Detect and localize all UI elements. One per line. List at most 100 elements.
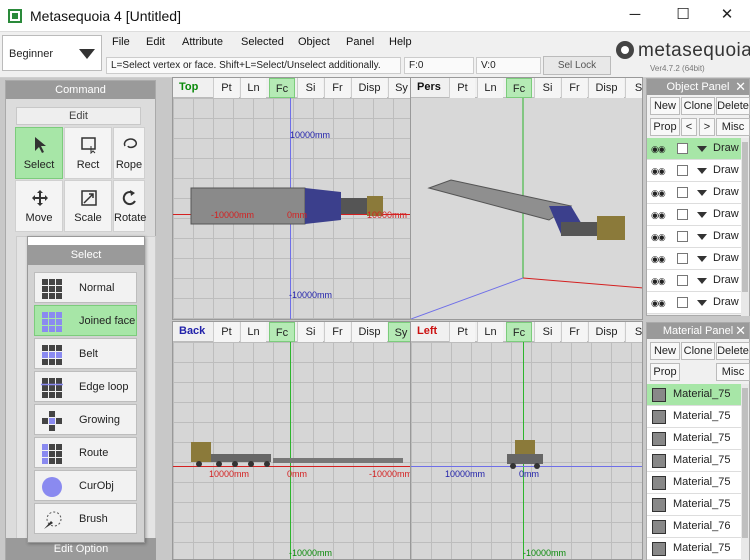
material-panel-close-icon[interactable]: ✕: [735, 323, 746, 339]
tab-left-si[interactable]: Si: [534, 322, 560, 342]
object-row[interactable]: ◉◉ Draw: [647, 182, 743, 204]
object-delete-button[interactable]: Delete: [716, 97, 750, 115]
rect-tool-button[interactable]: Rect: [64, 127, 112, 179]
select-growing-button[interactable]: Growing: [34, 404, 137, 435]
select-curobj-button[interactable]: CurObj: [34, 470, 137, 501]
material-row[interactable]: Material_75: [647, 406, 743, 428]
object-panel-close-icon[interactable]: ✕: [735, 79, 746, 95]
material-row[interactable]: Material_75: [647, 472, 743, 494]
tab-top-si[interactable]: Si: [297, 78, 323, 98]
tab-left-pt[interactable]: Pt: [449, 322, 475, 342]
chevron-down-icon[interactable]: [697, 234, 707, 240]
tab-top-pt[interactable]: Pt: [213, 78, 239, 98]
scale-tool-button[interactable]: Scale: [64, 180, 112, 232]
menu-edit[interactable]: Edit: [146, 36, 165, 48]
object-list-scrollbar[interactable]: [741, 138, 749, 316]
chevron-down-icon[interactable]: [697, 278, 707, 284]
visibility-eye-icon[interactable]: ◉◉: [651, 276, 666, 287]
tab-back-disp[interactable]: Disp: [351, 322, 387, 342]
menu-file[interactable]: File: [112, 36, 130, 48]
menu-panel[interactable]: Panel: [346, 36, 374, 48]
tab-pers-fc[interactable]: Fc: [506, 78, 532, 98]
chevron-down-icon[interactable]: [697, 300, 707, 306]
tab-pers-disp[interactable]: Disp: [588, 78, 624, 98]
tab-left-ln[interactable]: Ln: [477, 322, 503, 342]
tab-left-fr[interactable]: Fr: [561, 322, 587, 342]
rotate-tool-button[interactable]: Rotate: [113, 180, 146, 232]
object-row[interactable]: ◉◉ Draw: [647, 204, 743, 226]
tab-back-fr[interactable]: Fr: [324, 322, 350, 342]
chevron-down-icon[interactable]: [697, 146, 707, 152]
select-tool-button[interactable]: Select: [15, 127, 63, 179]
lock-checkbox[interactable]: [677, 253, 688, 264]
material-prop-button[interactable]: Prop: [650, 363, 680, 381]
visibility-eye-icon[interactable]: ◉◉: [651, 166, 666, 177]
material-delete-button[interactable]: Delete: [716, 342, 750, 360]
menu-selected[interactable]: Selected: [241, 36, 284, 48]
lock-checkbox[interactable]: [677, 231, 688, 242]
viewport-left[interactable]: Left Pt Ln Fc Si Fr Disp S 10000mm 0mm -…: [410, 321, 643, 560]
object-row[interactable]: ◉◉ Draw: [647, 160, 743, 182]
tab-back-si[interactable]: Si: [297, 322, 323, 342]
material-list-scrollbar[interactable]: [741, 384, 749, 560]
visibility-eye-icon[interactable]: ◉◉: [651, 254, 666, 265]
lock-checkbox[interactable]: [677, 297, 688, 308]
material-row[interactable]: Material_75: [647, 450, 743, 472]
material-row[interactable]: Material_75: [647, 494, 743, 516]
material-row[interactable]: Material_76: [647, 516, 743, 538]
tab-top-ln[interactable]: Ln: [240, 78, 266, 98]
menu-attribute[interactable]: Attribute: [182, 36, 223, 48]
select-edge-loop-button[interactable]: Edge loop: [34, 371, 137, 402]
viewport-perspective[interactable]: Pers Pt Ln Fc Si Fr Disp S: [410, 77, 643, 320]
tab-pers-pt[interactable]: Pt: [449, 78, 475, 98]
tab-top-sym[interactable]: Sy: [388, 78, 410, 98]
material-clone-button[interactable]: Clone: [681, 342, 715, 360]
visibility-eye-icon[interactable]: ◉◉: [651, 232, 666, 243]
object-prop-button[interactable]: Prop: [650, 118, 680, 136]
object-row[interactable]: ◉◉ Draw: [647, 292, 743, 314]
select-route-button[interactable]: Route: [34, 437, 137, 468]
visibility-eye-icon[interactable]: ◉◉: [651, 144, 666, 155]
chevron-down-icon[interactable]: [697, 190, 707, 196]
tab-back-pt[interactable]: Pt: [213, 322, 239, 342]
close-button[interactable]: ✕: [704, 0, 750, 32]
material-misc-button[interactable]: Misc: [716, 363, 750, 381]
tab-back-fc[interactable]: Fc: [269, 322, 295, 342]
select-belt-button[interactable]: Belt: [34, 338, 137, 369]
material-new-button[interactable]: New: [650, 342, 680, 360]
tab-left-disp[interactable]: Disp: [588, 322, 624, 342]
object-row[interactable]: ◉◉ Draw: [647, 248, 743, 270]
mode-dropdown[interactable]: Beginner: [2, 35, 102, 71]
visibility-eye-icon[interactable]: ◉◉: [651, 210, 666, 221]
material-row[interactable]: Material_75: [647, 384, 743, 406]
object-row[interactable]: ◉◉ Draw: [647, 226, 743, 248]
maximize-button[interactable]: ☐: [660, 0, 706, 32]
lock-checkbox[interactable]: [677, 143, 688, 154]
object-row[interactable]: ◉◉ Draw: [647, 270, 743, 292]
tab-back-sym[interactable]: Sy: [388, 322, 410, 342]
object-next-button[interactable]: >: [699, 118, 715, 136]
menu-object[interactable]: Object: [298, 36, 330, 48]
object-misc-button[interactable]: Misc: [716, 118, 750, 136]
select-brush-button[interactable]: Brush: [34, 503, 137, 534]
lock-checkbox[interactable]: [677, 187, 688, 198]
chevron-down-icon[interactable]: [697, 256, 707, 262]
material-row[interactable]: Material_75: [647, 538, 743, 560]
object-list-scroll-thumb[interactable]: [742, 142, 748, 292]
tab-pers-si[interactable]: Si: [534, 78, 560, 98]
sel-lock-button[interactable]: Sel Lock: [543, 56, 611, 75]
chevron-down-icon[interactable]: [697, 168, 707, 174]
material-row[interactable]: Material_75: [647, 428, 743, 450]
tab-back-ln[interactable]: Ln: [240, 322, 266, 342]
material-list-scroll-thumb[interactable]: [742, 388, 748, 538]
rope-tool-button[interactable]: Rope: [113, 127, 145, 179]
lock-checkbox[interactable]: [677, 165, 688, 176]
visibility-eye-icon[interactable]: ◉◉: [651, 298, 666, 309]
lock-checkbox[interactable]: [677, 275, 688, 286]
tab-pers-ln[interactable]: Ln: [477, 78, 503, 98]
chevron-down-icon[interactable]: [697, 212, 707, 218]
object-prev-button[interactable]: <: [681, 118, 697, 136]
tab-top-fr[interactable]: Fr: [324, 78, 350, 98]
tab-left-fc[interactable]: Fc: [506, 322, 532, 342]
viewport-top[interactable]: Top Pt Ln Fc Si Fr Disp Sy 10000mm -1000…: [172, 77, 411, 320]
